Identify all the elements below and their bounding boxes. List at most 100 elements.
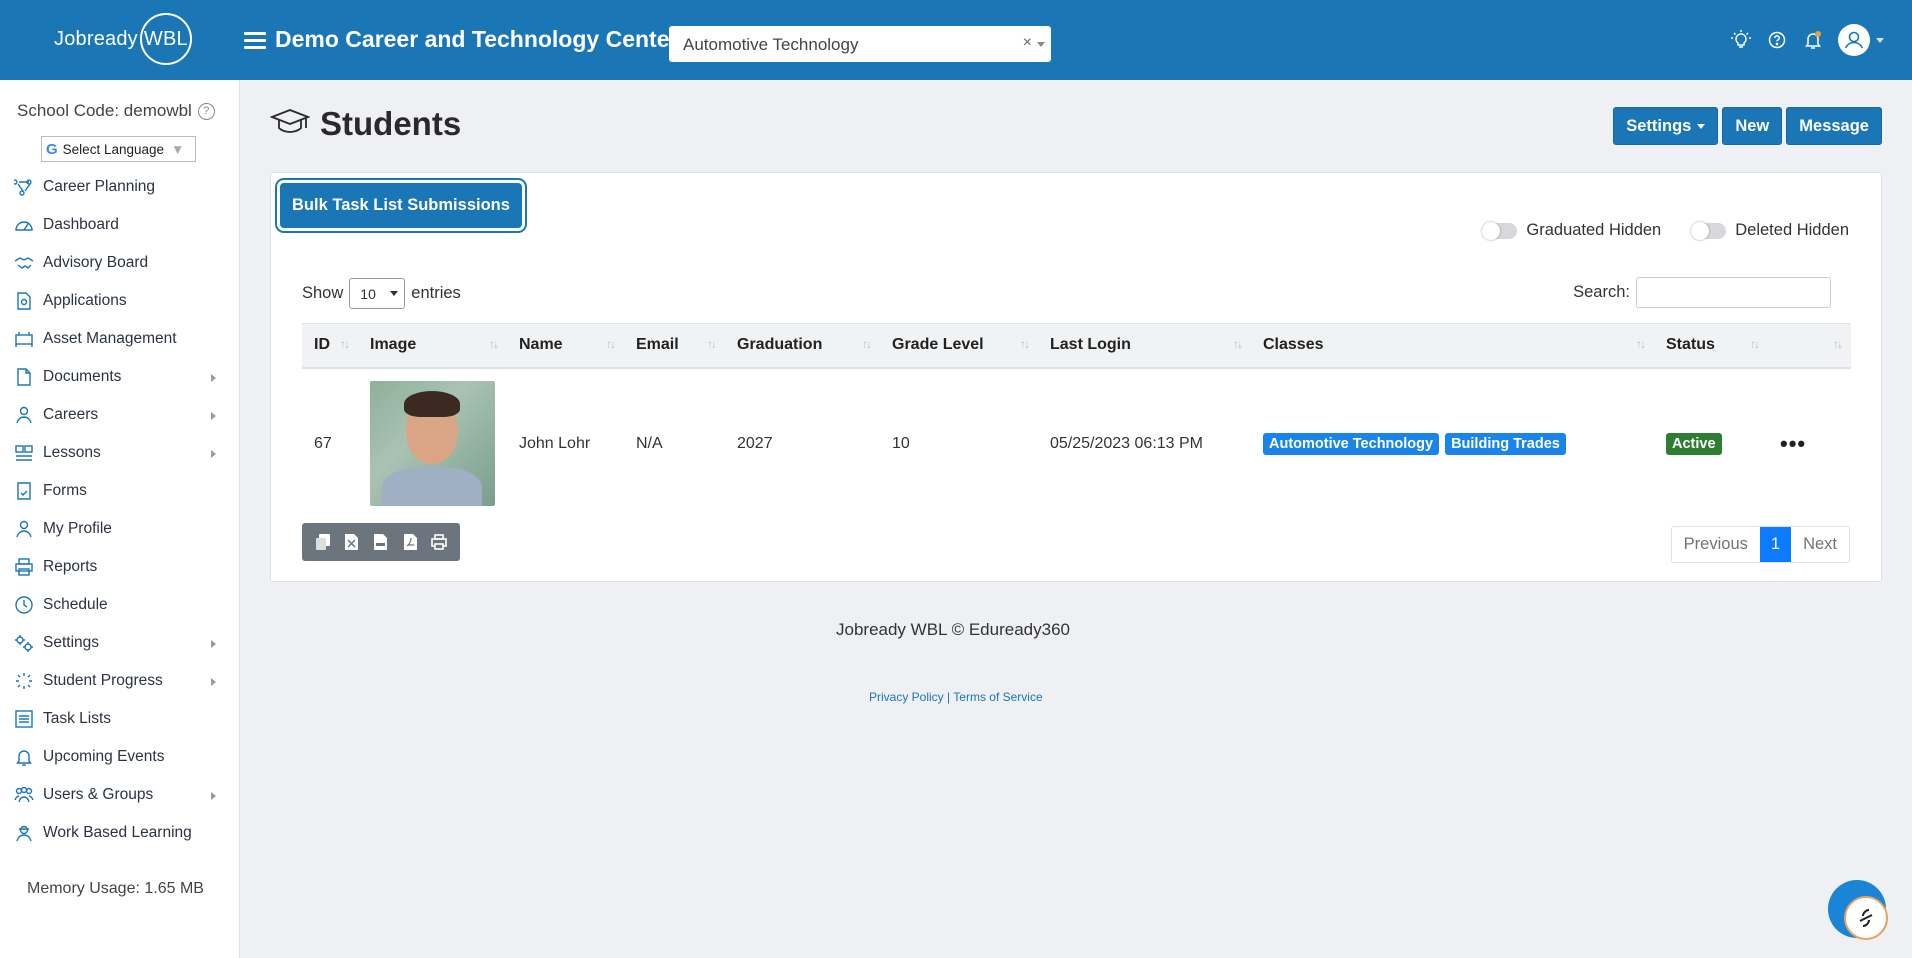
- sidebar-item-dashboard[interactable]: Dashboard: [0, 206, 240, 244]
- previous-page-button[interactable]: Previous: [1672, 527, 1760, 562]
- sidebar-item-schedule[interactable]: Schedule: [0, 586, 240, 624]
- sidebar-item-lessons[interactable]: Lessons: [0, 434, 240, 472]
- column-header-grade-level[interactable]: Grade Level ↑↓: [880, 324, 1038, 368]
- cell-classes: Automotive Technology Building Trades: [1251, 368, 1654, 519]
- sidebar-nav: Career Planning Dashboard Advisory Board Ap…: [0, 168, 240, 852]
- student-photo[interactable]: [370, 381, 495, 506]
- notification-bell-icon[interactable]: [1802, 29, 1824, 51]
- sidebar-item-task-lists[interactable]: Task Lists: [0, 700, 240, 738]
- careers-icon: [13, 404, 35, 426]
- sidebar-item-my-profile[interactable]: My Profile: [0, 510, 240, 548]
- sidebar-item-careers[interactable]: Careers: [0, 396, 240, 434]
- sidebar-item-documents[interactable]: Documents: [0, 358, 240, 396]
- class-select[interactable]: Automotive Technology ×: [669, 26, 1051, 62]
- table-header-row: ID ↑↓ Image ↑↓ Name ↑↓ Email ↑↓ Graduation ↑↓…: [302, 323, 1851, 368]
- cell-name[interactable]: John Lohr: [507, 368, 624, 519]
- entries-select[interactable]: 10: [349, 278, 406, 309]
- class-badge: Automotive Technology: [1263, 432, 1440, 455]
- deleted-hidden-toggle[interactable]: Deleted Hidden: [1691, 221, 1849, 240]
- google-icon: G: [46, 140, 58, 158]
- logo-text: Jobready: [54, 27, 138, 50]
- column-header-id[interactable]: ID ↑↓: [302, 324, 358, 368]
- graduated-hidden-toggle[interactable]: Graduated Hidden: [1482, 221, 1661, 240]
- chevron-right-icon: [211, 678, 216, 686]
- sidebar-item-users-and-groups[interactable]: Users & Groups: [0, 776, 240, 814]
- asset-icon: [13, 328, 35, 350]
- excel-icon[interactable]: [340, 530, 364, 554]
- column-header-name[interactable]: Name ↑↓: [507, 324, 624, 368]
- chevron-right-icon: [211, 792, 216, 800]
- cell-grade-level: 10: [892, 434, 910, 452]
- sidebar-item-asset-management[interactable]: Asset Management: [0, 320, 240, 358]
- sidebar-item-applications[interactable]: Applications: [0, 282, 240, 320]
- column-header-classes[interactable]: Classes ↑↓: [1251, 324, 1654, 368]
- lightbulb-icon[interactable]: [1730, 29, 1752, 51]
- sidebar-item-label: Upcoming Events: [43, 748, 165, 765]
- sidebar-item-upcoming-events[interactable]: Upcoming Events: [0, 738, 240, 776]
- menu-toggle-button[interactable]: [244, 32, 266, 50]
- entries-label: entries: [411, 284, 461, 302]
- csv-icon[interactable]: [369, 530, 393, 554]
- footer-link-separator: |: [947, 690, 951, 704]
- new-button[interactable]: New: [1722, 107, 1783, 145]
- sidebar-item-work-based-learning[interactable]: Work Based Learning: [0, 814, 240, 852]
- top-bar: Jobready WBL Demo Career and Technology …: [0, 0, 1912, 80]
- sort-icon: ↑↓: [1636, 337, 1646, 351]
- sidebar-item-label: Student Progress: [43, 672, 163, 689]
- column-header-last-login[interactable]: Last Login ↑↓: [1038, 324, 1251, 368]
- help-icon[interactable]: ?: [197, 102, 215, 120]
- row-actions-menu-icon[interactable]: •••: [1780, 431, 1806, 456]
- table-row[interactable]: 67 John Lohr N/A 2027 10 05/25/2023 06:1…: [302, 368, 1851, 519]
- column-header-image[interactable]: Image ↑↓: [358, 324, 507, 368]
- settings-dropdown-button[interactable]: Settings: [1613, 107, 1719, 145]
- pdf-icon[interactable]: [398, 530, 422, 554]
- chat-widget-button[interactable]: [1828, 880, 1888, 940]
- print-icon[interactable]: [427, 530, 451, 554]
- message-button[interactable]: Message: [1786, 107, 1882, 145]
- sidebar-item-forms[interactable]: Forms: [0, 472, 240, 510]
- sidebar-item-label: Task Lists: [43, 710, 112, 727]
- class-select-value: Automotive Technology: [683, 35, 859, 54]
- sidebar-item-label: Users & Groups: [43, 786, 154, 803]
- language-select[interactable]: G Select Language ▼: [41, 136, 196, 162]
- copy-icon[interactable]: [311, 530, 335, 554]
- bell-icon: [13, 746, 35, 768]
- privacy-policy-link[interactable]: Privacy Policy: [869, 690, 944, 704]
- lessons-icon: [13, 442, 35, 464]
- sidebar-item-label: Work Based Learning: [43, 824, 192, 841]
- bulk-task-list-submissions-button[interactable]: Bulk Task List Submissions: [280, 183, 522, 228]
- sidebar-item-label: Documents: [43, 368, 122, 385]
- column-header-actions[interactable]: ↑↓: [1768, 324, 1851, 368]
- terms-of-service-link[interactable]: Terms of Service: [953, 690, 1042, 704]
- column-header-status[interactable]: Status ↑↓: [1654, 324, 1768, 368]
- sidebar-item-settings[interactable]: Settings: [0, 624, 240, 662]
- clock-icon: [13, 594, 35, 616]
- chevron-right-icon: [211, 374, 216, 382]
- next-page-button[interactable]: Next: [1791, 527, 1849, 562]
- sort-icon: ↑↓: [340, 337, 350, 351]
- cell-email: N/A: [636, 434, 663, 452]
- pagination: Previous 1 Next: [1670, 526, 1850, 563]
- chevron-down-icon: [1697, 123, 1706, 129]
- sidebar-item-advisory-board[interactable]: Advisory Board: [0, 244, 240, 282]
- clear-selection-icon[interactable]: ×: [1023, 34, 1032, 52]
- applications-icon: [13, 290, 35, 312]
- language-select-label: Select Language: [62, 141, 165, 157]
- sidebar-item-career-planning[interactable]: Career Planning: [0, 168, 240, 206]
- search-input[interactable]: [1636, 277, 1831, 308]
- user-menu[interactable]: [1838, 24, 1884, 56]
- cell-last-login: 05/25/2023 06:13 PM: [1050, 434, 1204, 452]
- status-badge: Active: [1666, 432, 1722, 455]
- sidebar-item-reports[interactable]: Reports: [0, 548, 240, 586]
- sidebar-item-student-progress[interactable]: Student Progress: [0, 662, 240, 700]
- toggle-switch[interactable]: [1691, 221, 1727, 240]
- page-1-button[interactable]: 1: [1759, 527, 1792, 562]
- column-header-graduation[interactable]: Graduation ↑↓: [725, 324, 880, 368]
- sidebar-item-label: Schedule: [43, 596, 108, 613]
- sidebar-item-label: Forms: [43, 482, 87, 499]
- toggle-switch[interactable]: [1482, 221, 1518, 240]
- logo[interactable]: Jobready WBL: [54, 13, 192, 65]
- column-header-email[interactable]: Email ↑↓: [624, 324, 725, 368]
- help-icon[interactable]: [1766, 29, 1788, 51]
- graduation-cap-icon: [269, 108, 311, 141]
